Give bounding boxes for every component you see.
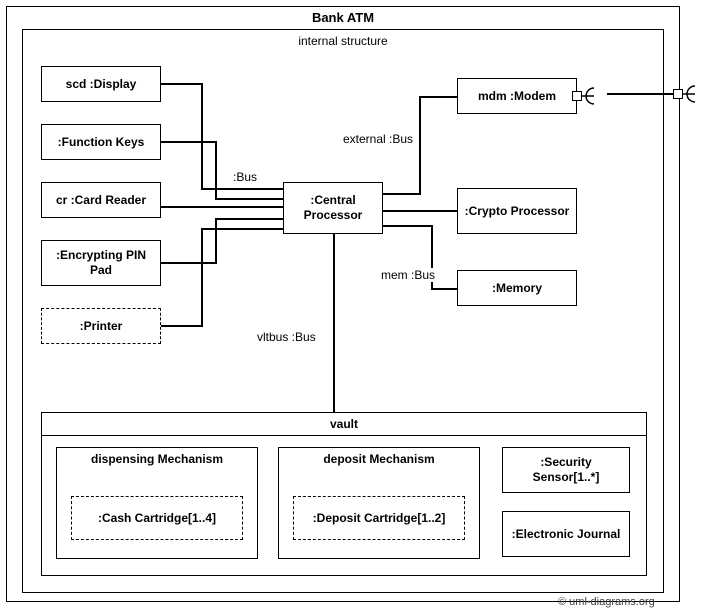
structure-compartment: internal structure scd :Display :Functio… [22,29,664,593]
wire [201,228,283,230]
part-display: scd :Display [41,66,161,102]
wire [161,141,217,143]
wire [383,193,421,195]
required-interface-icon [683,84,713,104]
connector-label-bus: :Bus [231,170,259,184]
wire [215,218,283,220]
part-dispensing-mechanism: dispensing Mechanism :Cash Cartridge[1..… [56,447,258,559]
dispensing-title: dispensing Mechanism [57,448,257,470]
wire [419,96,421,195]
part-pin-pad: :Encrypting PIN Pad [41,240,161,286]
wire [201,83,203,188]
part-deposit-mechanism: deposit Mechanism :Deposit Cartridge[1..… [278,447,480,559]
diagram-canvas: Bank ATM internal structure scd :Display… [0,0,715,615]
wire [161,262,217,264]
wire [215,198,283,200]
wire [161,325,203,327]
part-deposit-cartridge: :Deposit Cartridge[1..2] [293,496,465,540]
wire [607,93,673,95]
part-cash-cartridge: :Cash Cartridge[1..4] [71,496,243,540]
required-interface-icon [582,86,610,106]
wire [201,228,203,327]
port-bank-atm [673,89,683,99]
part-electronic-journal: :Electronic Journal [502,511,630,557]
part-modem: mdm :Modem [457,78,577,114]
vault-title: vault [42,413,646,436]
wire [215,141,217,198]
part-function-keys: :Function Keys [41,124,161,160]
wire [383,210,457,212]
classifier-frame: Bank ATM internal structure scd :Display… [6,6,680,602]
port-modem [572,91,582,101]
part-crypto-processor: :Crypto Processor [457,188,577,234]
wire [201,188,283,190]
compartment-label: internal structure [23,34,663,48]
deposit-title: deposit Mechanism [279,448,479,470]
copyright-text: © uml-diagrams.org [558,596,655,608]
part-memory: :Memory [457,270,577,306]
connector-label-vltbus: vltbus :Bus [255,330,318,344]
wire [215,218,217,264]
part-card-reader: cr :Card Reader [41,182,161,218]
connector-label-external: external :Bus [341,132,415,146]
classifier-title: Bank ATM [7,10,679,25]
part-vault: vault dispensing Mechanism :Cash Cartrid… [41,412,647,576]
wire [419,96,457,98]
wire [333,234,335,412]
wire [431,288,457,290]
connector-label-mem: mem :Bus [379,268,437,282]
part-security-sensor: :Security Sensor[1..*] [502,447,630,493]
part-central-processor: :Central Processor [283,182,383,234]
wire [161,206,283,208]
wire [161,83,203,85]
part-printer: :Printer [41,308,161,344]
wire [383,225,433,227]
